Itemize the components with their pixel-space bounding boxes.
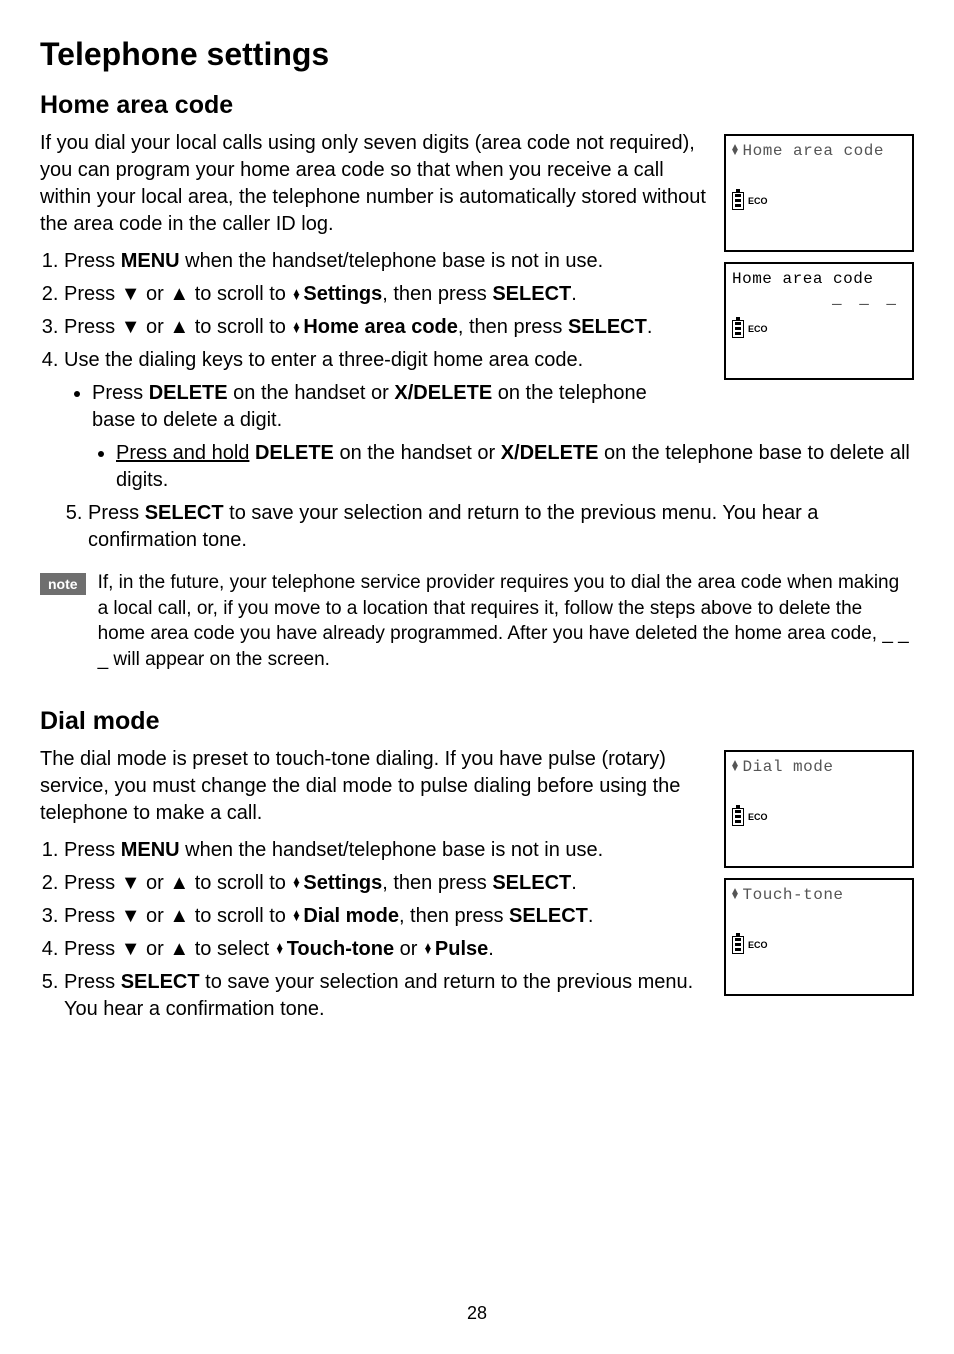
step-3: Press ▼ or ▲ to scroll to ▲▼Home area co… <box>64 314 706 341</box>
screen-text: Dial mode <box>743 758 834 776</box>
dial-mode-heading: Dial mode <box>40 707 914 736</box>
home-area-intro: If you dial your local calls using only … <box>40 130 706 238</box>
up-triangle-icon: ▲ <box>169 872 189 894</box>
home-area-steps: Press MENU when the handset/telephone ba… <box>40 248 706 434</box>
eco-icon: ECO <box>748 812 768 822</box>
screen-text: Home area code <box>743 142 884 160</box>
dial-mode-steps: Press MENU when the handset/telephone ba… <box>40 837 706 1023</box>
step-2: Press ▼ or ▲ to scroll to ▲▼Settings, th… <box>64 281 706 308</box>
step-5: Press SELECT to save your selection and … <box>88 500 914 554</box>
down-triangle-icon: ▼ <box>121 905 141 927</box>
up-triangle-icon: ▲ <box>169 316 189 338</box>
battery-icon <box>732 808 744 826</box>
battery-icon <box>732 936 744 954</box>
step-4: Use the dialing keys to enter a three-di… <box>64 347 664 434</box>
updown-icon: ▲▼ <box>732 146 739 156</box>
note-text: If, in the future, your telephone servic… <box>98 570 914 673</box>
battery-icon <box>732 320 744 338</box>
bullet-delete-digit: Press DELETE on the handset or X/DELETE … <box>92 380 664 434</box>
bullet-delete-all: Press and hold DELETE on the handset or … <box>116 440 914 494</box>
screen-text: Home area code <box>732 270 873 288</box>
up-triangle-icon: ▲ <box>169 938 189 960</box>
updown-icon: ▲▼ <box>291 911 301 921</box>
up-triangle-icon: ▲ <box>169 283 189 305</box>
dm-step-1: Press MENU when the handset/telephone ba… <box>64 837 706 864</box>
updown-icon: ▲▼ <box>291 323 301 333</box>
eco-icon: ECO <box>748 940 768 950</box>
up-triangle-icon: ▲ <box>169 905 189 927</box>
dm-step-4: Press ▼ or ▲ to select ▲▼Touch-tone or ▲… <box>64 936 706 963</box>
down-triangle-icon: ▼ <box>121 316 141 338</box>
dial-mode-intro: The dial mode is preset to touch-tone di… <box>40 746 706 827</box>
down-triangle-icon: ▼ <box>121 872 141 894</box>
page-title: Telephone settings <box>40 36 914 73</box>
down-triangle-icon: ▼ <box>121 283 141 305</box>
step-1: Press MENU when the handset/telephone ba… <box>64 248 706 275</box>
updown-icon: ▲▼ <box>291 878 301 888</box>
eco-icon: ECO <box>748 324 768 334</box>
lcd-screen-home-area-2: Home area code _ _ _ ECO <box>724 262 914 380</box>
updown-icon: ▲▼ <box>732 762 739 772</box>
down-triangle-icon: ▼ <box>121 938 141 960</box>
lcd-screen-dial-mode-1: ▲▼ Dial mode ECO <box>724 750 914 868</box>
eco-icon: ECO <box>748 196 768 206</box>
battery-icon <box>732 192 744 210</box>
updown-icon: ▲▼ <box>275 944 285 954</box>
dm-step-3: Press ▼ or ▲ to scroll to ▲▼Dial mode, t… <box>64 903 706 930</box>
screen-value: _ _ _ <box>732 290 906 308</box>
dm-step-2: Press ▼ or ▲ to scroll to ▲▼Settings, th… <box>64 870 706 897</box>
lcd-screen-dial-mode-2: ▲▼ Touch-tone ECO <box>724 878 914 996</box>
page-number: 28 <box>0 1303 954 1324</box>
updown-icon: ▲▼ <box>732 890 739 900</box>
screen-text: Touch-tone <box>743 886 844 904</box>
updown-icon: ▲▼ <box>423 944 433 954</box>
updown-icon: ▲▼ <box>291 290 301 300</box>
note-tag: note <box>40 573 86 595</box>
dm-step-5: Press SELECT to save your selection and … <box>64 969 706 1023</box>
home-area-heading: Home area code <box>40 91 914 120</box>
lcd-screen-home-area-1: ▲▼ Home area code ECO <box>724 134 914 252</box>
